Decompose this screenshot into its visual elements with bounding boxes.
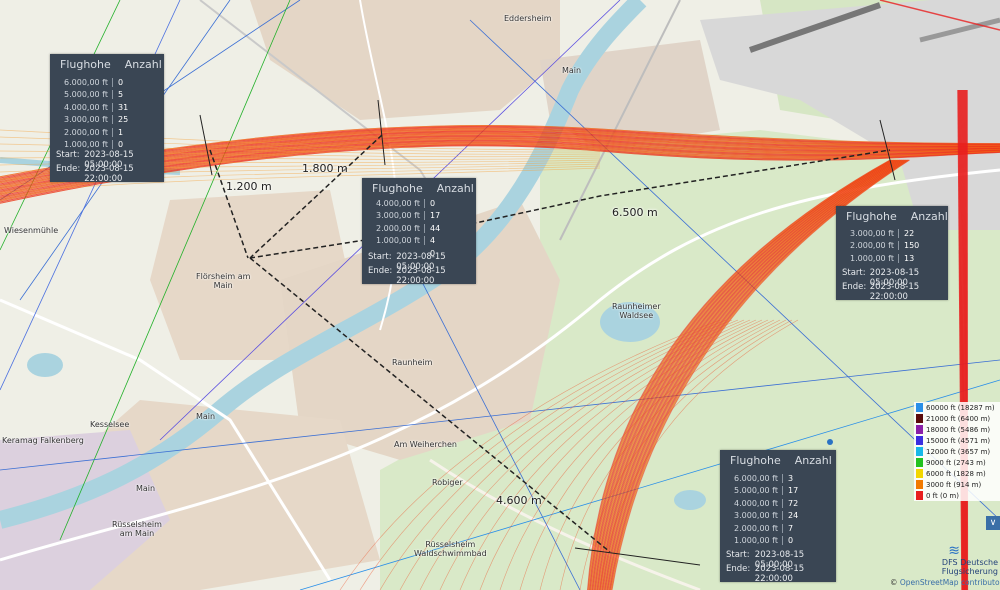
legend-swatch <box>916 491 923 500</box>
place-label-robiger: Robiger <box>432 478 463 487</box>
legend-item: 21000 ft (6400 m) <box>914 413 1000 424</box>
dfs-logo-icon: ≋ <box>948 543 960 559</box>
altitude-row: 5.000,00 ft 5 <box>50 89 164 102</box>
panel-header-count: Anzahl <box>436 182 474 195</box>
legend-item: 3000 ft (914 m) <box>914 479 1000 490</box>
legend-swatch <box>916 480 923 489</box>
legend-swatch <box>916 414 923 423</box>
place-label-raunheimer-waldsee: Raunheimer Waldsee <box>612 302 661 320</box>
place-label-main: Main <box>136 484 156 493</box>
legend-item: 15000 ft (4571 m) <box>914 435 1000 446</box>
altitude-row: 1.000,00 ft 4 <box>362 235 476 248</box>
altitude-legend: 60000 ft (18287 m) 21000 ft (6400 m) 180… <box>914 402 1000 501</box>
altitude-panel[interactable]: Flughohe Anzahl 3.000,00 ft 22 2.000,00 ft… <box>836 206 948 302</box>
altitude-row: 3.000,00 ft 24 <box>720 510 836 523</box>
altitude-panel[interactable]: Flughohe Anzahl 6.000,00 ft 0 5.000,00 ft 5… <box>50 54 164 184</box>
altitude-row: 3.000,00 ft 17 <box>362 210 476 223</box>
altitude-row: 2.000,00 ft 150 <box>836 240 948 253</box>
altitude-row: 2.000,00 ft 1 <box>50 126 164 139</box>
legend-swatch <box>916 403 923 412</box>
panel-header-altitude: Flughohe <box>60 58 111 71</box>
legend-item: 6000 ft (1828 m) <box>914 468 1000 479</box>
place-label-wiesenmuehle: Wiesenmühle <box>4 226 59 235</box>
altitude-row: 6.000,00 ft 0 <box>50 76 164 89</box>
distance-label: 4.600 m <box>496 494 542 507</box>
panel-header-count: Anzahl <box>910 210 948 223</box>
place-label-raunheim: Raunheim <box>392 358 433 367</box>
panel-end-time: Ende: 2023-08-15 22:00:00 <box>368 266 446 286</box>
place-label-waldschwimmbad: Rüsselsheim Waldschwimmbad <box>414 540 487 558</box>
place-label-eddersheim: Eddersheim <box>504 14 552 23</box>
panel-start-time: Start: 2023-08-15 05:00:00 <box>726 550 805 570</box>
place-label-kesselsee: Kesselsee <box>90 420 130 429</box>
altitude-row: 2.000,00 ft 44 <box>362 222 476 235</box>
legend-swatch <box>916 469 923 478</box>
altitude-row: 2.000,00 ft 7 <box>720 522 836 535</box>
altitude-panel[interactable]: Flughohe Anzahl 4.000,00 ft 0 3.000,00 ft 1… <box>362 178 476 286</box>
legend-swatch <box>916 458 923 467</box>
distance-label: 1.200 m <box>226 180 272 193</box>
altitude-row: 1.000,00 ft 0 <box>720 535 836 548</box>
altitude-row: 3.000,00 ft 22 <box>836 227 948 240</box>
dfs-branding: ≋ DFS Deutsche Flugsicherung <box>902 544 998 576</box>
panel-start-time: Start: 2023-08-15 05:00:00 <box>842 268 920 288</box>
place-label-main: Main <box>196 412 216 421</box>
legend-item: 9000 ft (2743 m) <box>914 457 1000 468</box>
altitude-panel[interactable]: Flughohe Anzahl 6.000,00 ft 3 5.000,00 ft 1… <box>720 450 836 584</box>
distance-label: 1.800 m <box>302 162 348 175</box>
distance-label: 6.500 m <box>612 206 658 219</box>
legend-swatch <box>916 436 923 445</box>
legend-item: 0 ft (0 m) <box>914 490 1000 501</box>
legend-item: 12000 ft (3657 m) <box>914 446 1000 457</box>
panel-end-time: Ende: 2023-08-15 22:00:00 <box>726 564 805 584</box>
place-label-floersheim: Flörsheim am Main <box>196 272 251 290</box>
panel-header-altitude: Flughohe <box>846 210 897 223</box>
altitude-row: 6.000,00 ft 3 <box>720 472 836 485</box>
altitude-row: 4.000,00 ft 31 <box>50 101 164 114</box>
legend-swatch <box>916 425 923 434</box>
panel-end-time: Ende: 2023-08-15 22:00:00 <box>56 164 134 184</box>
altitude-row: 4.000,00 ft 0 <box>362 197 476 210</box>
panel-header-altitude: Flughohe <box>730 454 781 467</box>
altitude-row: 3.000,00 ft 25 <box>50 114 164 127</box>
altitude-row: 4.000,00 ft 72 <box>720 497 836 510</box>
altitude-row: 5.000,00 ft 17 <box>720 485 836 498</box>
osm-attribution: © OpenStreetMap contributors. <box>890 578 1000 587</box>
panel-start-time: Start: 2023-08-15 05:00:00 <box>56 150 134 170</box>
altitude-row: 1.000,00 ft 13 <box>836 252 948 265</box>
panel-header-altitude: Flughohe <box>372 182 423 195</box>
legend-item: 18000 ft (5486 m) <box>914 424 1000 435</box>
place-label-am-weiherchen: Am Weiherchen <box>394 440 457 449</box>
place-label-main: Main <box>562 66 582 75</box>
panel-header-count: Anzahl <box>124 58 162 71</box>
legend-swatch <box>916 447 923 456</box>
panel-header-count: Anzahl <box>794 454 832 467</box>
dfs-name: DFS Deutsche Flugsicherung <box>941 558 998 576</box>
place-label-keramag: Keramag Falkenberg <box>2 436 84 445</box>
panel-start-time: Start: 2023-08-15 05:00:00 <box>368 252 446 272</box>
chevron-down-icon[interactable]: ∨ <box>986 516 1000 530</box>
legend-item: 60000 ft (18287 m) <box>914 402 1000 413</box>
place-label-ruesselsheim: Rüsselsheim am Main <box>112 520 162 538</box>
osm-link[interactable]: OpenStreetMap contributors. <box>900 578 1000 587</box>
panel-end-time: Ende: 2023-08-15 22:00:00 <box>842 282 920 302</box>
